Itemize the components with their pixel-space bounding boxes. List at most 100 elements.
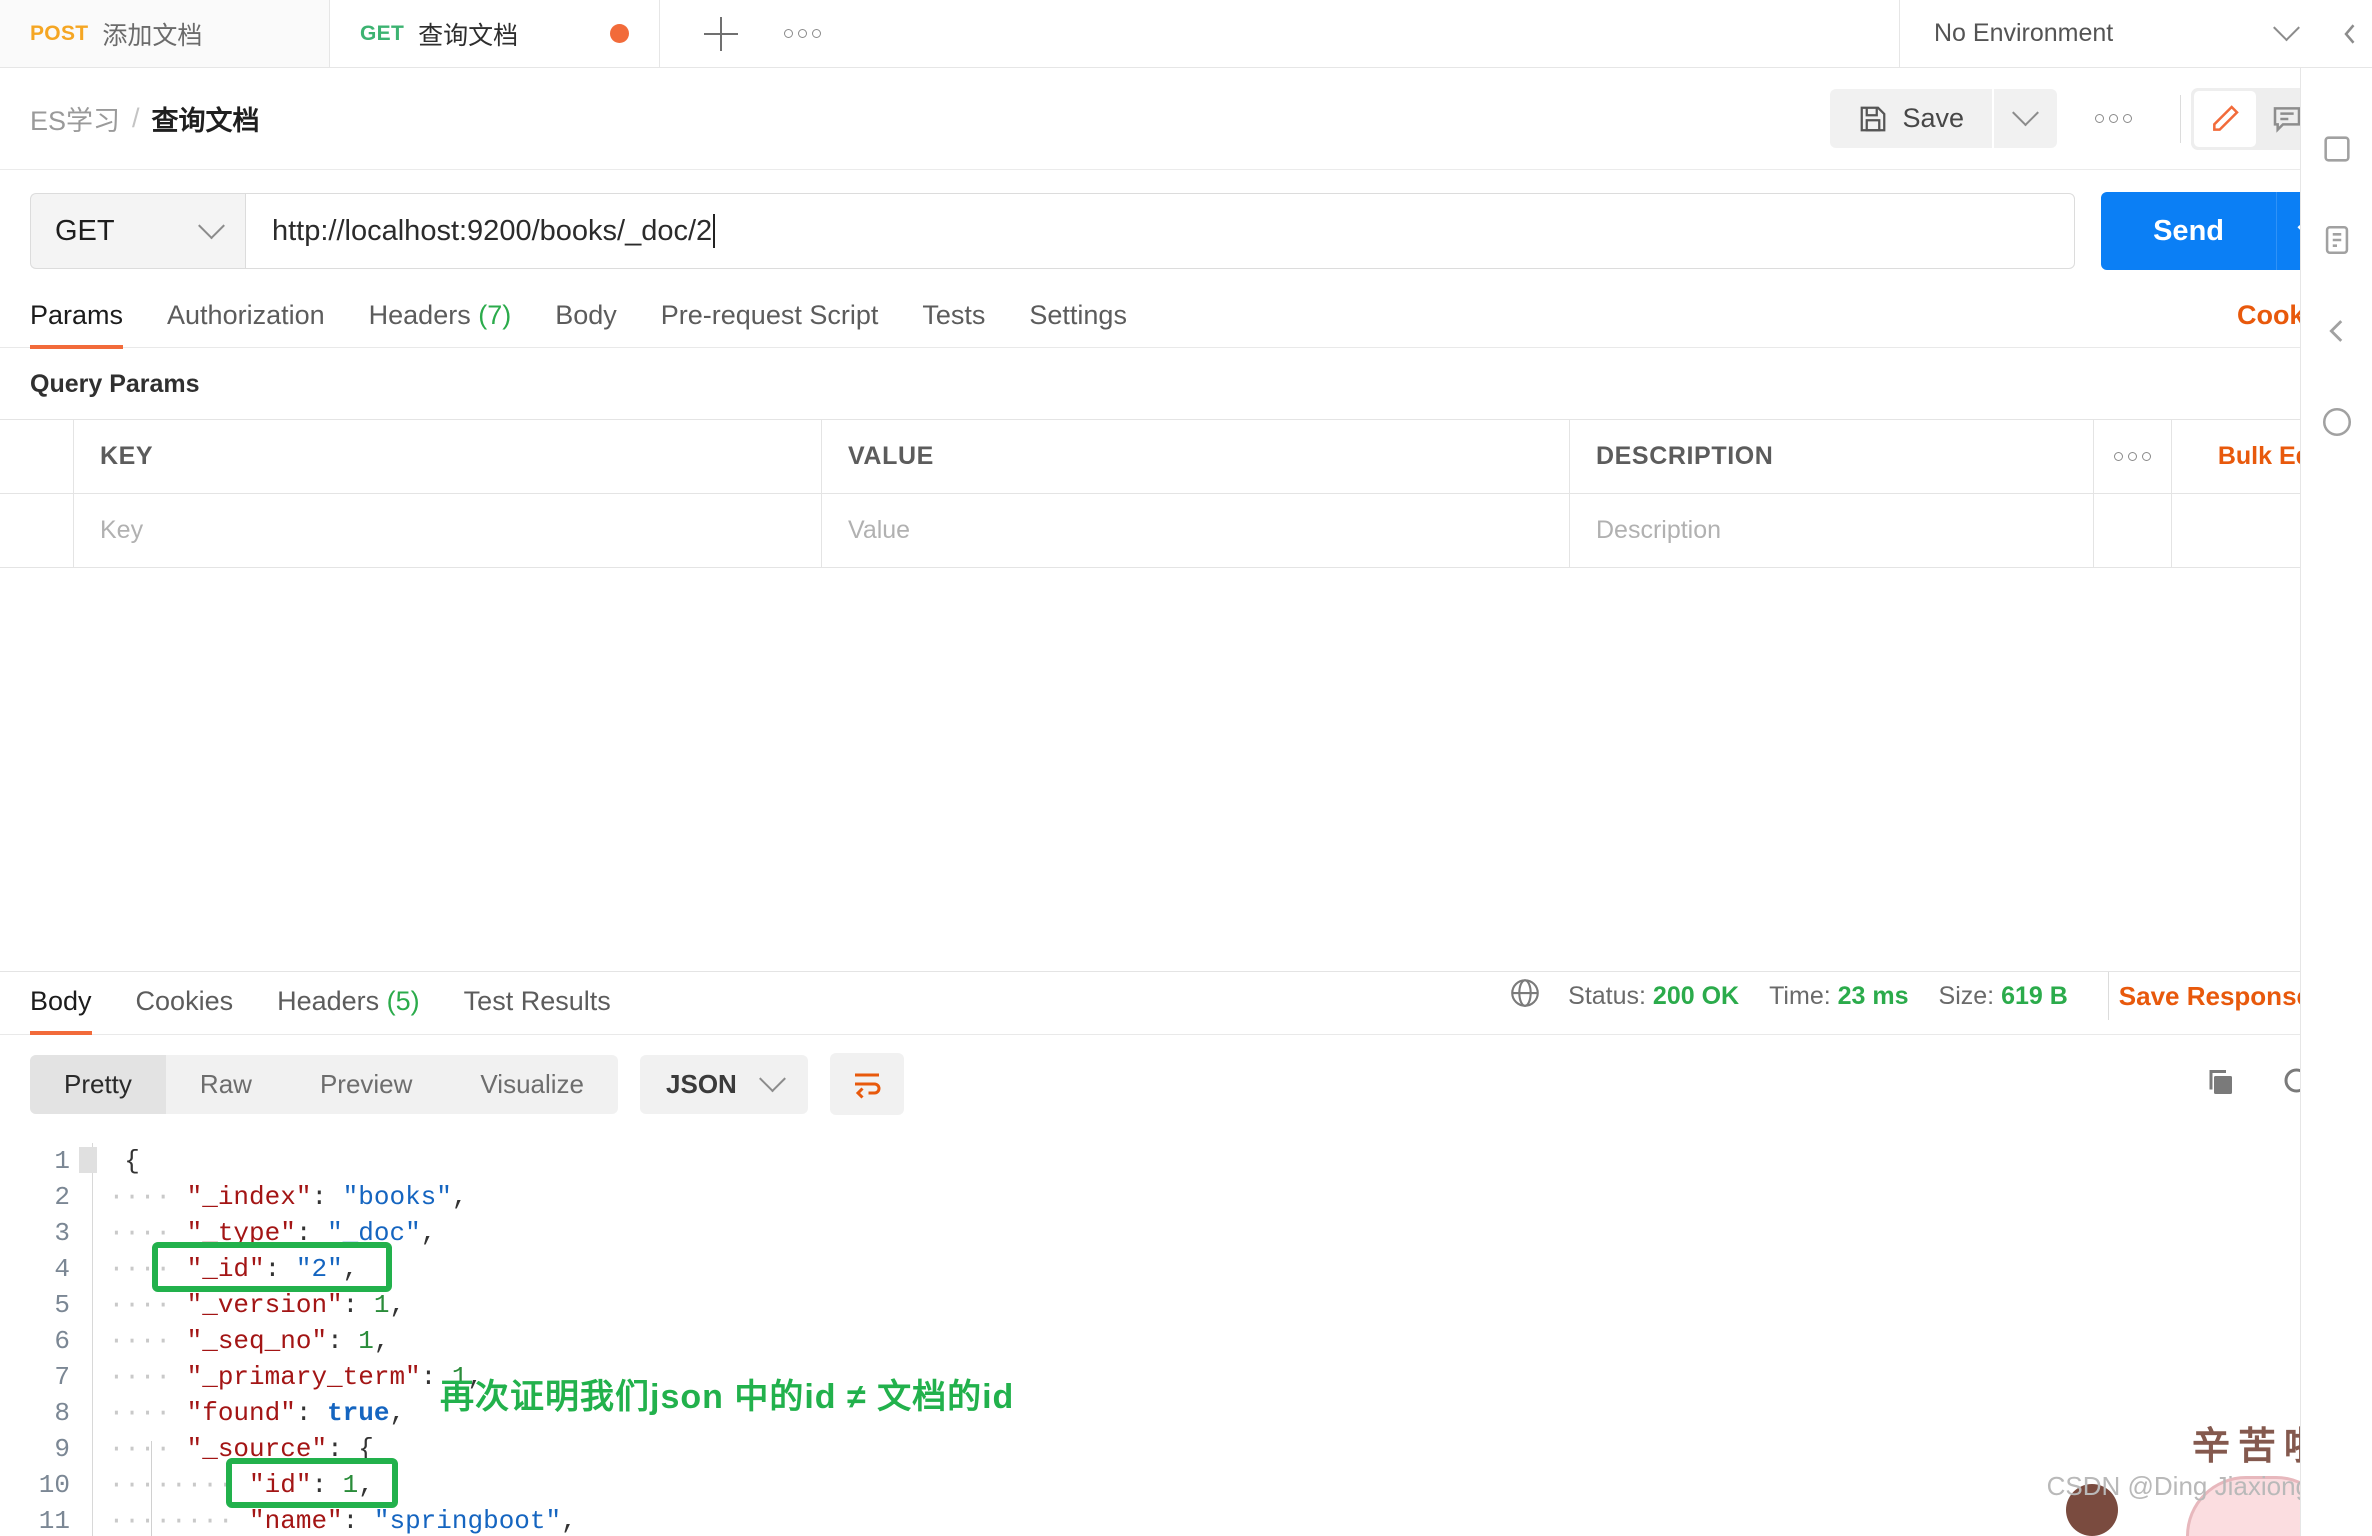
environment-label: No Environment <box>1934 19 2114 47</box>
breadcrumb-collection[interactable]: ES学习 <box>30 99 120 138</box>
new-tab-plus-icon[interactable] <box>704 16 738 51</box>
code-line: ···· "_primary_term": 1, <box>93 1362 484 1392</box>
chevron-down-icon <box>758 1064 786 1092</box>
tab-headers[interactable]: Headers (7) <box>347 288 534 347</box>
layers-icon[interactable] <box>2320 132 2354 171</box>
unsaved-changes-dot-icon <box>610 24 629 43</box>
comment-icon <box>2273 106 2301 133</box>
line-number: 10 <box>38 1470 70 1500</box>
row-checkbox-gutter[interactable] <box>0 494 74 567</box>
code-editor: 123456789101112131415 { ···· "_index": "… <box>0 1133 2372 1536</box>
size-label: Size: 619 B <box>1939 982 2068 1011</box>
tab-pre-request-script[interactable]: Pre-request Script <box>639 288 901 347</box>
line-number: 6 <box>54 1326 70 1356</box>
chevron-left-icon[interactable] <box>2320 314 2354 353</box>
tab-count-badge: (5) <box>386 985 420 1016</box>
response-meta: Status: 200 OK Time: 23 ms Size: 619 B S… <box>1508 972 2346 1034</box>
code-line: ···· "_seq_no": 1, <box>93 1326 390 1356</box>
breadcrumb: ES学习 / 查询文档 <box>30 99 260 138</box>
params-more-button[interactable] <box>2094 420 2172 493</box>
code-line: ···· "_index": "books", <box>93 1182 468 1212</box>
line-number: 7 <box>54 1362 70 1392</box>
view-mode-pretty[interactable]: Pretty <box>30 1054 166 1114</box>
save-button[interactable]: Save <box>1830 89 1992 148</box>
tab-label: Body <box>555 300 617 330</box>
tab-params[interactable]: Params <box>30 288 145 349</box>
view-mode-preview[interactable]: Preview <box>286 1055 446 1114</box>
tab-label: Params <box>30 300 124 330</box>
url-text: http://localhost:9200/books/_doc/2 <box>272 214 713 247</box>
status-label-text: Status: <box>1568 981 1646 1010</box>
query-params-title: Query Params <box>30 370 200 398</box>
param-key-input[interactable]: Key <box>74 494 822 567</box>
send-button[interactable]: Send <box>2101 192 2276 270</box>
param-value-input[interactable]: Value <box>822 494 1570 567</box>
response-tab-body[interactable]: Body <box>30 974 114 1035</box>
time-label-text: Time: <box>1769 981 1831 1010</box>
tab-label: Settings <box>1029 300 1127 330</box>
save-response-label: Save Response <box>2118 980 2311 1011</box>
tab-tests[interactable]: Tests <box>900 288 1007 347</box>
meta-divider <box>2107 972 2109 1020</box>
url-bar: GET http://localhost:9200/books/_doc/2 S… <box>0 170 2372 288</box>
tab-label: Headers <box>277 985 380 1016</box>
word-wrap-button[interactable] <box>829 1053 904 1115</box>
fold-marker-open[interactable] <box>79 1147 97 1173</box>
code-line: ···· "_id": "2", <box>93 1254 359 1284</box>
request-tab-get[interactable]: GET 查询文档 <box>330 0 660 67</box>
time-value: 23 ms <box>1837 981 1909 1010</box>
http-method-select[interactable]: GET <box>30 193 245 269</box>
code-line: ···· "found": true, <box>93 1398 406 1428</box>
tab-label: Headers <box>368 300 471 330</box>
tab-label: Tests <box>922 300 986 330</box>
response-body-viewer[interactable]: 123456789101112131415 { ···· "_index": "… <box>0 1133 2372 1536</box>
tab-body[interactable]: Body <box>533 288 639 347</box>
tab-settings[interactable]: Settings <box>1007 288 1149 347</box>
query-params-table: KEY VALUE DESCRIPTION Bulk Edit Key Valu… <box>0 419 2372 568</box>
tab-bar-actions <box>660 0 865 67</box>
tab-authorization[interactable]: Authorization <box>145 288 347 347</box>
response-tab-headers[interactable]: Headers (5) <box>255 974 442 1033</box>
tab-bar-more-icon[interactable] <box>784 29 821 38</box>
chevron-down-icon <box>2273 14 2300 42</box>
code-lines: { ···· "_index": "books", ···· "_type": … <box>79 1143 2372 1536</box>
edit-mode-button[interactable] <box>2194 90 2256 147</box>
copy-icon <box>2209 1069 2232 1094</box>
response-tab-test-results[interactable]: Test Results <box>442 974 633 1033</box>
dots-horizontal-icon <box>2114 452 2151 461</box>
row-checkbox-gutter <box>0 420 74 493</box>
code-line: ········ "id": 1, <box>93 1470 374 1500</box>
environment-quick-look-eye-icon[interactable] <box>2330 0 2372 67</box>
size-value: 619 B <box>2001 981 2068 1010</box>
line-number: 2 <box>54 1182 70 1212</box>
header-actions: Save <box>1830 87 2342 150</box>
line-number: 9 <box>54 1434 70 1464</box>
chevron-down-icon <box>2012 99 2039 127</box>
param-description-input[interactable]: Description <box>1570 494 2094 567</box>
view-mode-visualize[interactable]: Visualize <box>446 1055 618 1114</box>
response-format-select[interactable]: JSON <box>640 1054 808 1114</box>
header-more-button[interactable] <box>2057 114 2170 123</box>
dots-horizontal-icon <box>2095 114 2132 123</box>
indent-guide <box>151 1441 152 1536</box>
globe-icon[interactable] <box>1508 976 1542 1017</box>
status-label: Status: 200 OK <box>1568 982 1739 1011</box>
size-label-text: Size: <box>1938 981 1995 1010</box>
code-icon[interactable] <box>2320 223 2354 262</box>
table-row: Key Value Description <box>0 494 2372 568</box>
request-tab-post[interactable]: POST 添加文档 <box>0 0 330 67</box>
save-button-label: Save <box>1902 103 1964 133</box>
line-number: 8 <box>54 1398 70 1428</box>
info-icon[interactable] <box>2320 405 2354 444</box>
view-mode-raw[interactable]: Raw <box>166 1055 286 1114</box>
text-cursor <box>713 214 716 248</box>
response-tab-cookies[interactable]: Cookies <box>114 974 256 1033</box>
tab-label: Cookies <box>135 985 234 1016</box>
copy-button[interactable] <box>2202 1064 2238 1105</box>
column-header-value: VALUE <box>822 420 1570 493</box>
save-options-button[interactable] <box>1994 89 2057 148</box>
tab-method-label: POST <box>30 21 89 45</box>
url-input[interactable]: http://localhost:9200/books/_doc/2 <box>245 193 2076 269</box>
environment-selector[interactable]: No Environment <box>1900 0 2330 67</box>
row-spacer <box>2094 494 2172 567</box>
